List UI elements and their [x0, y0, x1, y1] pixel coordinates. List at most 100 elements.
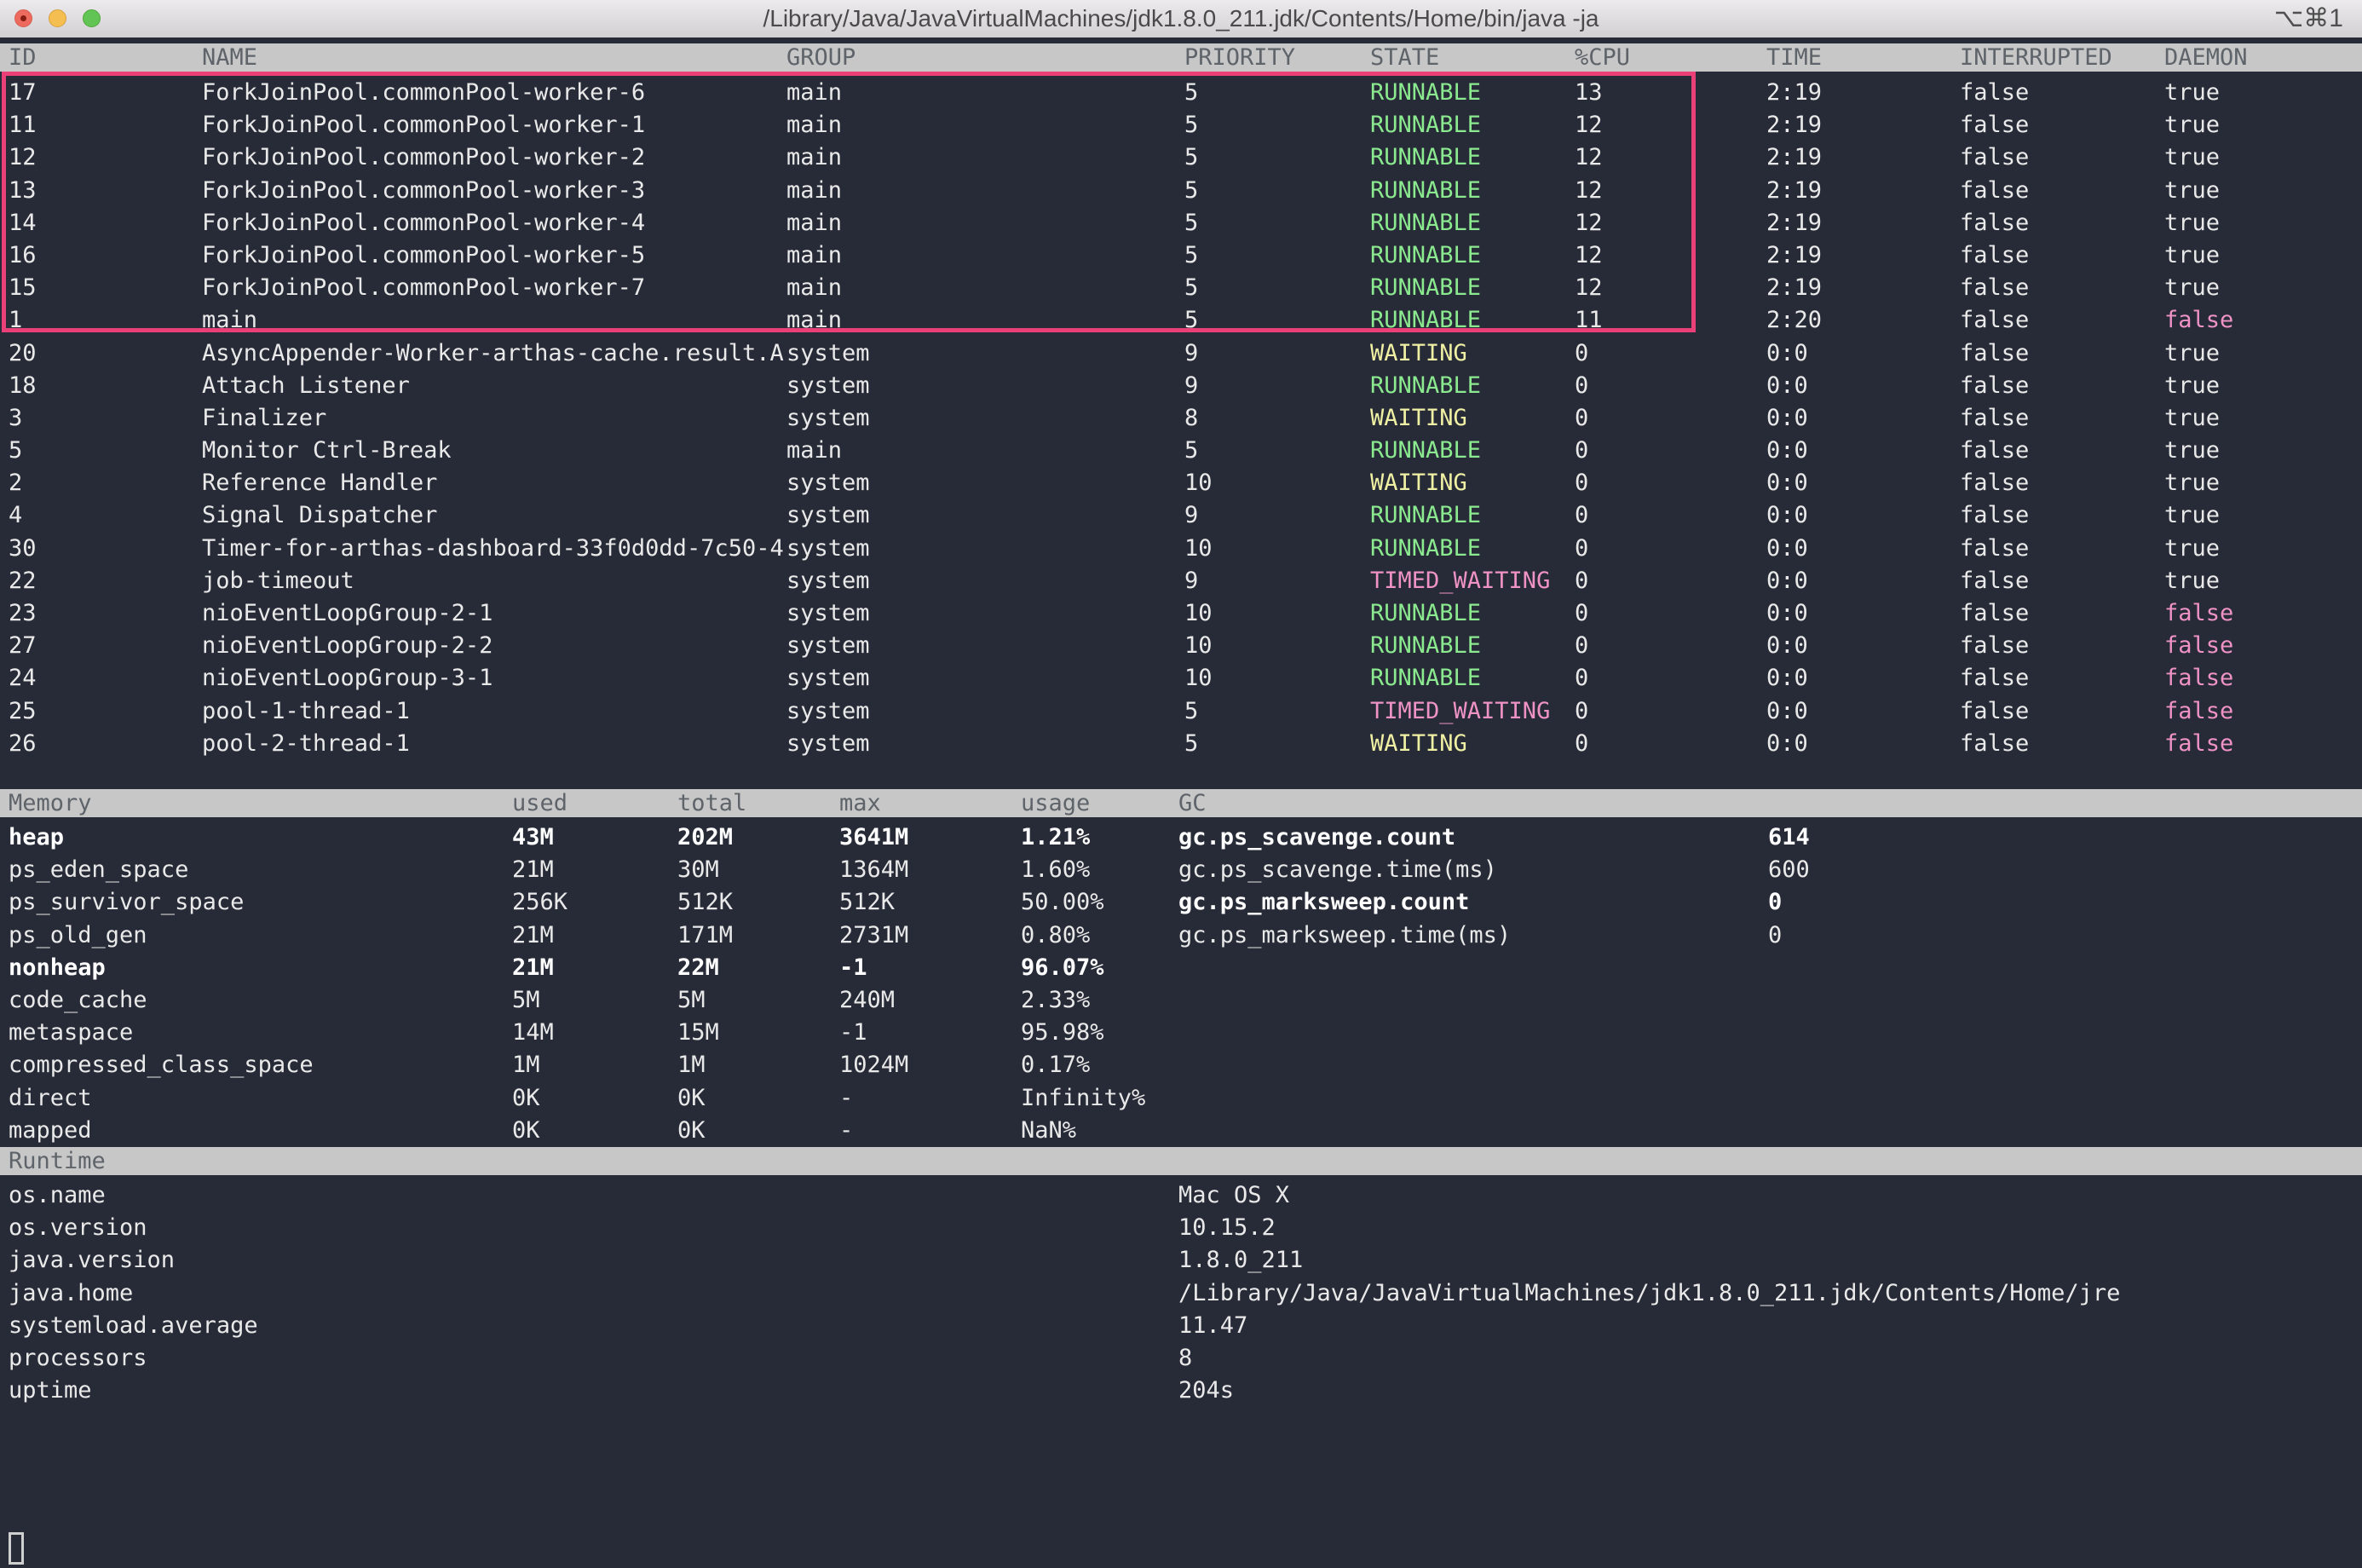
column-header: %CPU [1575, 43, 1766, 72]
thread-cell: false [1960, 304, 2164, 337]
thread-row: 26pool-2-thread-1system5WAITING00:0false… [0, 728, 2362, 760]
thread-cell: 10 [1184, 533, 1370, 565]
runtime-label: java.home [9, 1277, 1178, 1310]
section-title: Runtime [9, 1147, 1178, 1175]
memory-cell: 240M [839, 984, 1021, 1017]
thread-cell: ForkJoinPool.commonPool-worker-2 [202, 141, 786, 174]
memory-cell: -1 [839, 952, 1021, 984]
memory-row: direct0K0K-Infinity% [0, 1082, 1178, 1115]
thread-cell: 0 [1575, 533, 1766, 565]
thread-cell: ForkJoinPool.commonPool-worker-1 [202, 109, 786, 141]
thread-cell: main [786, 272, 1184, 304]
runtime-value: 10.15.2 [1178, 1212, 2362, 1244]
thread-cell: 2:19 [1766, 239, 1960, 272]
memory-cell: mapped [9, 1115, 512, 1147]
gc-value: 0 [1768, 886, 2362, 919]
thread-cell: RUNNABLE [1370, 533, 1575, 565]
memory-table: heap43M202M3641M1.21%ps_eden_space21M30M… [0, 821, 1178, 1147]
gc-value: 0 [1768, 919, 2362, 952]
memory-cell: 43M [512, 821, 677, 854]
thread-cell: 16 [9, 239, 202, 272]
thread-cell: false [1960, 207, 2164, 239]
thread-cell: 10 [1184, 630, 1370, 662]
column-header: Memory [9, 789, 512, 817]
thread-cell: 10 [1184, 662, 1370, 695]
thread-cell: 9 [1184, 499, 1370, 532]
thread-cell: false [2164, 304, 2362, 337]
thread-cell: TIMED_WAITING [1370, 695, 1575, 728]
memory-cell: 0.80% [1021, 919, 1178, 952]
memory-cell: 0K [677, 1082, 839, 1115]
thread-row: 23nioEventLoopGroup-2-1system10RUNNABLE0… [0, 597, 2362, 630]
memory-cell: 256K [512, 886, 677, 919]
thread-cell: 23 [9, 597, 202, 630]
thread-cell: RUNNABLE [1370, 175, 1575, 207]
thread-cell: ForkJoinPool.commonPool-worker-7 [202, 272, 786, 304]
memory-cell: ps_old_gen [9, 919, 512, 952]
thread-cell: 9 [1184, 370, 1370, 402]
thread-cell: false [1960, 175, 2164, 207]
column-header: usage [1021, 789, 1178, 817]
gc-row: gc.ps_scavenge.time(ms)600 [1178, 854, 2362, 886]
thread-cell: RUNNABLE [1370, 435, 1575, 467]
thread-cell: 2 [9, 467, 202, 499]
memory-cell: nonheap [9, 952, 512, 984]
memory-row: ps_survivor_space256K512K512K50.00% [0, 886, 1178, 919]
thread-cell: 0 [1575, 337, 1766, 370]
column-header: TIME [1766, 43, 1960, 72]
memory-cell: 0.17% [1021, 1049, 1178, 1081]
thread-cell: false [1960, 402, 2164, 435]
thread-cell: ForkJoinPool.commonPool-worker-3 [202, 175, 786, 207]
thread-cell: system [786, 695, 1184, 728]
terminal[interactable]: IDNAMEGROUPPRIORITYSTATE%CPUTIMEINTERRUP… [0, 37, 2362, 1568]
memory-row: ps_old_gen21M171M2731M0.80% [0, 919, 1178, 952]
runtime-row: uptime204s [0, 1375, 2362, 1407]
thread-cell: false [1960, 337, 2164, 370]
thread-cell: RUNNABLE [1370, 141, 1575, 174]
gc-value: 614 [1768, 821, 2362, 854]
thread-cell: Attach Listener [202, 370, 786, 402]
thread-cell: 5 [1184, 141, 1370, 174]
thread-cell: false [1960, 77, 2164, 109]
thread-row: 14ForkJoinPool.commonPool-worker-4main5R… [0, 207, 2362, 239]
runtime-value: 8 [1178, 1342, 2362, 1375]
thread-cell: 0:0 [1766, 337, 1960, 370]
thread-cell: 25 [9, 695, 202, 728]
thread-cell: false [1960, 239, 2164, 272]
memory-cell: 50.00% [1021, 886, 1178, 919]
thread-row: 20AsyncAppender-Worker-arthas-cache.resu… [0, 337, 2362, 370]
memory-cell: 3641M [839, 821, 1021, 854]
column-header: INTERRUPTED [1960, 43, 2164, 72]
titlebar: /Library/Java/JavaVirtualMachines/jdk1.8… [0, 0, 2362, 38]
thread-cell: 2:20 [1766, 304, 1960, 337]
memory-cell: 5M [512, 984, 677, 1017]
thread-cell: 24 [9, 662, 202, 695]
memory-cell: 171M [677, 919, 839, 952]
runtime-row: java.home/Library/Java/JavaVirtualMachin… [0, 1277, 2362, 1310]
thread-cell: system [786, 597, 1184, 630]
thread-cell: 0 [1575, 662, 1766, 695]
thread-cell: main [786, 435, 1184, 467]
thread-cell: 10 [1184, 467, 1370, 499]
runtime-row: os.nameMac OS X [0, 1179, 2362, 1212]
thread-cell: 2:19 [1766, 207, 1960, 239]
thread-cell: true [2164, 402, 2362, 435]
thread-cell: false [1960, 109, 2164, 141]
thread-cell: main [202, 304, 786, 337]
thread-cell: true [2164, 239, 2362, 272]
memory-cell: 96.07% [1021, 952, 1178, 984]
memory-row: metaspace14M15M-195.98% [0, 1017, 1178, 1049]
thread-cell: RUNNABLE [1370, 499, 1575, 532]
memory-cell: 1M [677, 1049, 839, 1081]
thread-row: 15ForkJoinPool.commonPool-worker-7main5R… [0, 272, 2362, 304]
memory-cell: - [839, 1115, 1021, 1147]
gc-value: 600 [1768, 854, 2362, 886]
thread-cell: 0:0 [1766, 402, 1960, 435]
memory-cell: ps_survivor_space [9, 886, 512, 919]
memory-cell: 0K [512, 1082, 677, 1115]
thread-cell: false [2164, 597, 2362, 630]
thread-cell: 2:19 [1766, 77, 1960, 109]
thread-cell: WAITING [1370, 467, 1575, 499]
thread-cell: true [2164, 533, 2362, 565]
thread-cell: 8 [1184, 402, 1370, 435]
